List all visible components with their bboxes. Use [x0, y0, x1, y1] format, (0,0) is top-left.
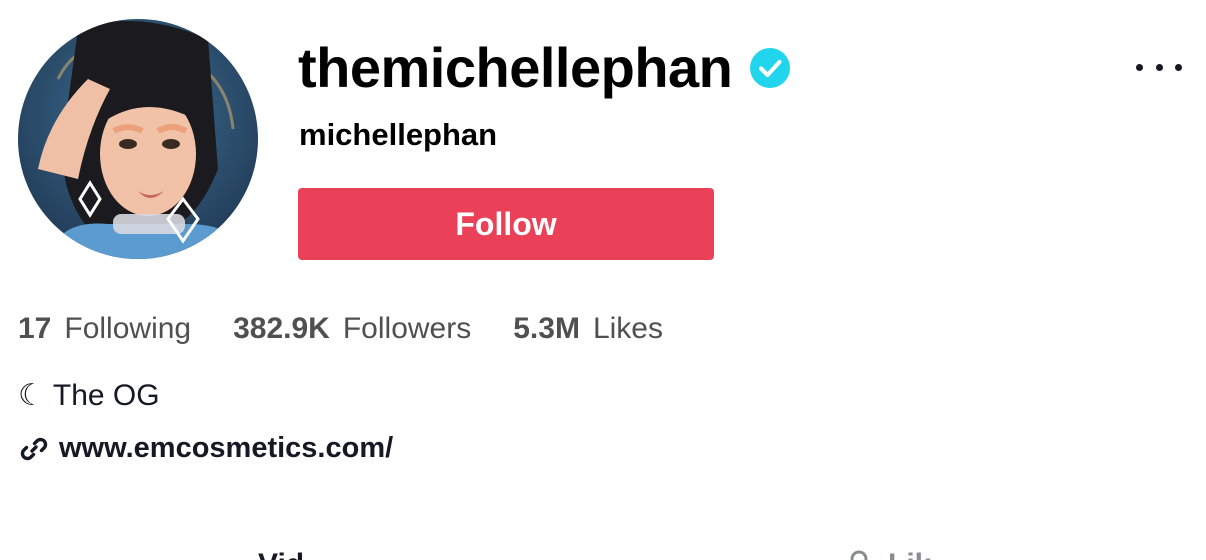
stat-label: Likes	[592, 312, 663, 345]
profile-tabs: Vid Lik	[0, 540, 1206, 560]
tab-videos[interactable]: Vid	[258, 550, 304, 560]
profile-link[interactable]: www.emcosmetics.com/	[18, 432, 393, 465]
username: themichellephan	[298, 36, 733, 99]
dot	[1155, 63, 1163, 71]
stat-followers[interactable]: 382.9K Followers	[233, 312, 471, 346]
profile-stats: 17 Following 382.9K Followers 5.3M Likes	[18, 312, 705, 356]
stat-value: 17	[18, 312, 52, 345]
moon-symbol: ☾	[18, 379, 45, 412]
tab-label: Lik	[888, 550, 931, 560]
stat-following[interactable]: 17 Following	[18, 312, 191, 346]
more-dots-icon[interactable]	[1136, 56, 1182, 78]
username-row: themichellephan	[298, 30, 791, 106]
stat-value: 5.3M	[513, 312, 580, 345]
stat-likes: 5.3M Likes	[513, 312, 663, 346]
stat-label: Followers	[342, 312, 472, 345]
bio-text: The OG	[52, 378, 160, 412]
profile-photo	[18, 19, 258, 259]
dot	[1175, 63, 1182, 71]
avatar[interactable]	[18, 19, 258, 259]
tab-liked[interactable]: Lik	[846, 550, 931, 560]
stat-label: Following	[64, 312, 192, 345]
stat-value: 382.9K	[233, 312, 330, 345]
link-icon	[20, 437, 48, 460]
tab-label: Vid	[258, 548, 304, 560]
bio: ☾ The OG	[18, 378, 160, 413]
verified-badge-icon	[750, 48, 791, 88]
lock-icon	[850, 550, 868, 560]
link-url: www.emcosmetics.com/	[59, 432, 394, 464]
nickname: michellephan	[299, 117, 498, 152]
follow-button[interactable]: Follow	[298, 188, 714, 260]
dot	[1136, 63, 1143, 71]
